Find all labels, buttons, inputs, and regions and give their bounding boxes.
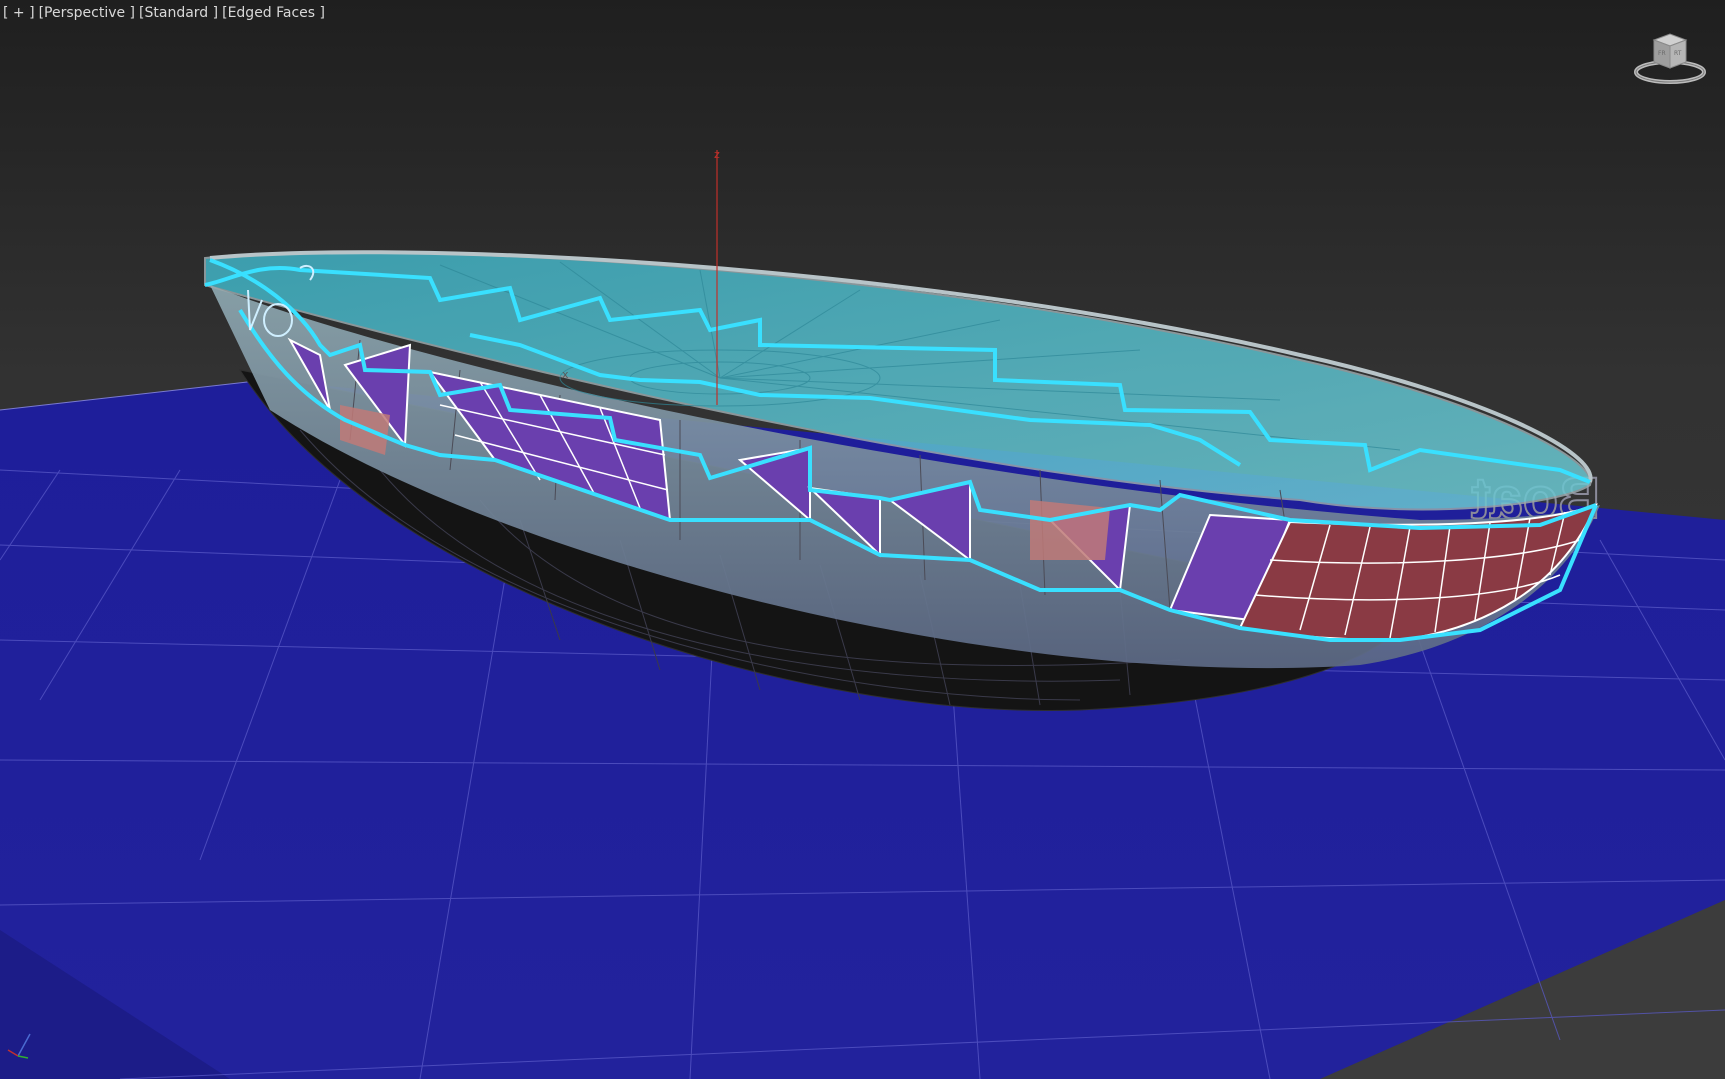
gizmo-x-label: x [562,368,569,381]
scene-canvas[interactable]: Boat [0,0,1725,1079]
viewport-perspective[interactable]: Boat [0,0,1725,1079]
viewcube-icon[interactable]: FR RT [1630,30,1714,90]
svg-text:RT: RT [1674,50,1682,57]
svg-text:FR: FR [1658,50,1666,57]
viewport-label-menu: [ + ] [Perspective ] [Standard ] [Edged … [3,5,325,21]
viewport-shading-menu[interactable]: [Standard ] [139,5,218,21]
viewport-faces-menu[interactable]: [Edged Faces ] [222,5,325,21]
gizmo-z-label: z [714,148,720,161]
viewport-view-menu[interactable]: [Perspective ] [39,5,135,21]
axis-tripod-icon [7,1033,31,1059]
viewport-general-menu[interactable]: [ + ] [3,5,35,21]
